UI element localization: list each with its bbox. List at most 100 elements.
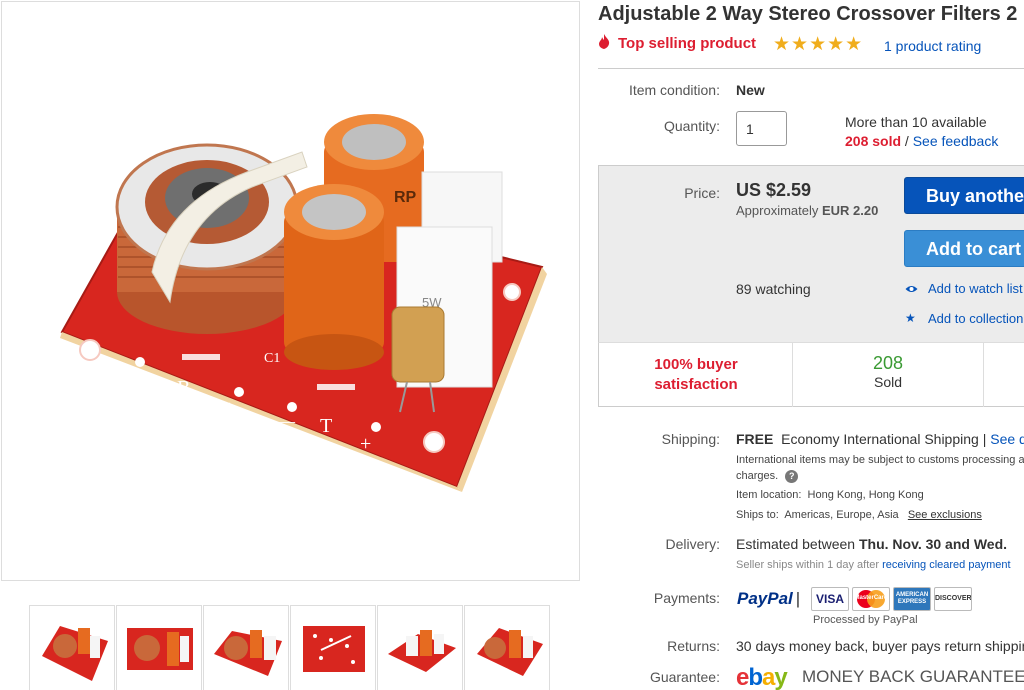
price-label: Price: xyxy=(684,185,720,201)
see-exclusions-link[interactable]: See exclusions xyxy=(908,509,982,521)
sold-separator: / xyxy=(904,133,909,149)
svg-text:+: + xyxy=(360,433,371,455)
mastercard-text: MasterCard xyxy=(854,595,888,601)
delivery-label: Delivery: xyxy=(665,536,720,552)
returns-text: 30 days money back, buyer pays return sh… xyxy=(736,638,1024,654)
discover-card-icon: DISCOVER xyxy=(934,587,972,611)
thumbnail-4-image xyxy=(303,626,365,672)
shipping-line: FREE Economy International Shipping | Se… xyxy=(736,431,1024,447)
customs-note-2-text: charges. xyxy=(736,470,779,482)
star-rating: ★★★★★ xyxy=(773,34,864,55)
satisfaction-line-2: satisfaction xyxy=(654,376,738,393)
sold-stat-count: 208 xyxy=(872,353,904,373)
condition-value: New xyxy=(736,82,765,98)
shipping-label: Shipping: xyxy=(661,431,720,447)
availability-text: More than 10 available xyxy=(845,114,987,130)
paypal-logo: PayPal | xyxy=(737,589,800,609)
ebay-logo: ebay xyxy=(736,664,788,690)
add-to-collection-link[interactable]: Add to collection xyxy=(928,311,1023,326)
main-product-image[interactable]: — B + — T + C1 RP 5W xyxy=(1,1,580,581)
top-selling-badge: Top selling product xyxy=(598,34,756,52)
customs-note-2: charges. ? xyxy=(736,470,799,483)
stats-divider-2 xyxy=(983,343,984,407)
item-title: Adjustable 2 Way Stereo Crossover Filter… xyxy=(598,3,1017,26)
money-back-text: MONEY BACK GUARANTEE xyxy=(802,667,1024,686)
ships-to-label: Ships to: xyxy=(736,509,779,521)
star-icon: ★ xyxy=(905,311,916,325)
ships-to-value: Americas, Europe, Asia xyxy=(784,509,899,521)
paypal-separator: | xyxy=(795,589,801,608)
approx-value: EUR 2.20 xyxy=(822,203,879,218)
customs-note-1: International items may be subject to cu… xyxy=(736,454,1024,466)
condition-label: Item condition: xyxy=(628,82,720,98)
shipping-free: FREE xyxy=(736,431,774,447)
returns-label: Returns: xyxy=(667,638,720,654)
thumbnail-6[interactable] xyxy=(464,605,550,690)
sold-stat: 208 Sold xyxy=(793,353,983,390)
ebay-letter-y: y xyxy=(774,664,787,690)
svg-text:+: + xyxy=(224,397,235,419)
ebay-letter-a: a xyxy=(762,664,775,690)
flame-icon xyxy=(598,34,610,52)
sold-feedback-line: 208 sold / See feedback xyxy=(845,133,998,149)
visa-card-icon: VISA xyxy=(811,587,849,611)
thumbnail-2[interactable] xyxy=(116,605,202,690)
svg-text:RP: RP xyxy=(394,189,417,206)
processed-by-paypal: Processed by PayPal xyxy=(813,614,918,626)
delivery-dates: Thu. Nov. 30 and Wed. xyxy=(858,536,1008,552)
question-icon[interactable]: ? xyxy=(785,470,799,483)
thumbnail-5-image xyxy=(388,630,456,672)
approx-prefix: Approximately xyxy=(736,203,819,218)
item-title-tail: 2 xyxy=(1006,3,1018,25)
buyer-satisfaction: 100% buyer satisfaction xyxy=(599,355,793,395)
add-to-cart-button[interactable]: Add to cart xyxy=(904,230,1024,267)
quantity-input[interactable]: 1 xyxy=(736,111,787,146)
money-back-guarantee: MONEY BACK GUARANTEE | xyxy=(802,667,1024,687)
satisfaction-line-1: 100% buyer xyxy=(654,356,738,373)
see-feedback-link[interactable]: See feedback xyxy=(913,133,999,149)
guarantee-label: Guarantee: xyxy=(649,669,720,685)
thumbnail-5[interactable] xyxy=(377,605,463,690)
crossover-board-illustration: — B + — T + C1 RP 5W xyxy=(60,114,547,492)
approx-price: Approximately EUR 2.20 xyxy=(736,203,878,218)
receiving-cleared-payment-link[interactable]: receiving cleared payment xyxy=(882,559,1010,571)
sold-stat-label: Sold xyxy=(873,374,903,390)
ships-to: Ships to: Americas, Europe, Asia See exc… xyxy=(736,509,982,521)
item-title-text: Adjustable 2 Way Stereo Crossover Filter… xyxy=(598,3,1001,25)
delivery-note: Seller ships within 1 day after receivin… xyxy=(736,559,1011,571)
item-location-value: Hong Kong, Hong Kong xyxy=(807,489,924,501)
item-location-label: Item location: xyxy=(736,489,802,501)
shipping-method: Economy International Shipping | xyxy=(781,431,987,447)
amex-card-icon: AMERICAN EXPRESS xyxy=(893,587,931,611)
quantity-label: Quantity: xyxy=(663,118,720,134)
thumbnail-1[interactable] xyxy=(29,605,115,690)
price-value: US $2.59 xyxy=(736,180,812,200)
svg-text:—: — xyxy=(121,371,141,391)
thumbnail-4[interactable] xyxy=(290,605,376,690)
thumbnail-3-image xyxy=(214,630,282,676)
thumbnail-strip xyxy=(29,605,589,690)
listing-page: — B + — T + C1 RP 5W Adjustable 2 Way St… xyxy=(0,0,1024,690)
product-rating-link[interactable]: 1 product rating xyxy=(884,38,981,54)
add-to-watchlist-link[interactable]: Add to watch list xyxy=(928,281,1023,296)
eye-icon xyxy=(905,283,918,297)
delivery-estimate: Estimated between Thu. Nov. 30 and Wed. xyxy=(736,536,1007,552)
buy-button[interactable]: Buy another xyxy=(904,177,1024,214)
svg-text:C1: C1 xyxy=(264,351,280,366)
seller-stats-row: 100% buyer satisfaction 208 Sold xyxy=(598,342,1024,407)
thumbnail-2-image xyxy=(127,628,193,670)
thumbnail-6-image xyxy=(477,628,543,676)
item-location: Item location: Hong Kong, Hong Kong xyxy=(736,489,924,501)
delivery-note-text: Seller ships within 1 day after xyxy=(736,559,880,571)
thumbnail-3[interactable] xyxy=(203,605,289,690)
paypal-text: PayPal xyxy=(737,589,793,608)
sold-count-link[interactable]: 208 sold xyxy=(845,133,901,149)
top-selling-text: Top selling product xyxy=(618,34,757,52)
title-divider xyxy=(598,68,1024,69)
shipping-see-details-link[interactable]: See details xyxy=(990,431,1024,447)
ebay-letter-e: e xyxy=(736,664,749,690)
svg-text:—: — xyxy=(276,411,296,431)
delivery-prefix: Estimated between xyxy=(736,536,856,552)
svg-text:B: B xyxy=(177,377,190,399)
payments-label: Payments: xyxy=(653,590,720,606)
